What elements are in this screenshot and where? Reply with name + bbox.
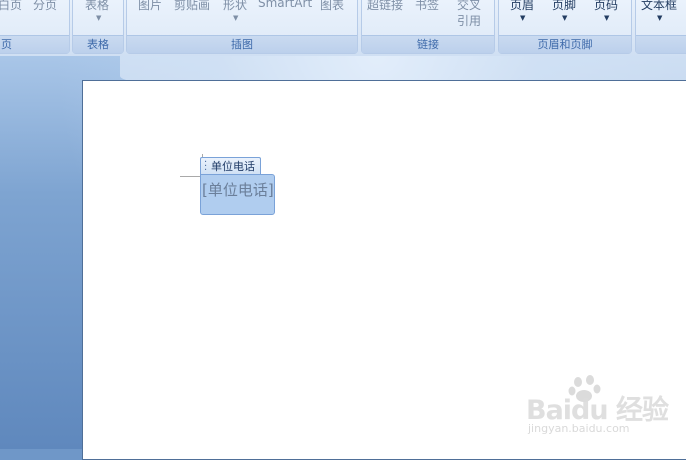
page-number-button[interactable]: 页码	[594, 0, 618, 13]
watermark-url: jingyan.baidu.com	[528, 422, 630, 435]
hyperlink-button[interactable]: 超链接	[367, 0, 403, 13]
drag-handle-icon[interactable]: · · ·	[204, 158, 207, 176]
page-break-button[interactable]: 分页	[33, 0, 57, 13]
group-illustrations: 图片 剪贴画 形状 ▼ SmartArt 图表 插图	[126, 0, 358, 54]
textbox-button[interactable]: 文本框	[641, 0, 677, 13]
clipart-button[interactable]: 剪贴画	[174, 0, 210, 13]
group-label-text	[636, 35, 686, 53]
header-button[interactable]: 页眉	[510, 0, 534, 13]
ribbon: 白页 分页 页 表格 ▼ 表格 图片 剪贴画 形状 ▼ SmartArt 图表 …	[0, 0, 686, 57]
baidu-watermark: Baidu 经验 jingyan.baidu.com	[524, 375, 684, 448]
table-button[interactable]: 表格	[85, 0, 109, 13]
shapes-button[interactable]: 形状	[223, 0, 247, 13]
chart-button[interactable]: 图表	[320, 0, 344, 13]
group-label-tables: 表格	[73, 35, 123, 53]
group-links: 超链接 书签 交叉 引用 链接	[361, 0, 495, 54]
chevron-down-icon[interactable]: ▼	[657, 14, 662, 22]
group-header-footer: 页眉 ▼ 页脚 ▼ 页码 ▼ 页眉和页脚	[498, 0, 632, 54]
chevron-down-icon[interactable]: ▼	[96, 14, 101, 22]
margin-crop-mark	[180, 176, 202, 177]
group-label-illustrations: 插图	[127, 35, 357, 53]
group-pages: 白页 分页 页	[0, 0, 70, 54]
cross-reference-button-line2[interactable]: 引用	[457, 12, 481, 29]
group-tables: 表格 ▼ 表格	[72, 0, 124, 54]
group-text: 文本框 ▼	[635, 0, 686, 54]
chevron-down-icon[interactable]: ▼	[233, 14, 238, 22]
group-label-links: 链接	[362, 35, 494, 53]
smartart-button[interactable]: SmartArt	[258, 0, 312, 10]
content-control-placeholder[interactable]: [单位电话]	[202, 179, 274, 200]
blank-page-button[interactable]: 白页	[0, 0, 22, 13]
bookmark-button[interactable]: 书签	[415, 0, 439, 13]
content-control-title: 单位电话	[211, 160, 255, 173]
content-control-title-tab[interactable]: · · · 单位电话	[200, 157, 261, 176]
chevron-down-icon[interactable]: ▼	[604, 14, 609, 22]
chevron-down-icon[interactable]: ▼	[520, 14, 525, 22]
group-label-pages: 页	[0, 35, 69, 53]
footer-button[interactable]: 页脚	[552, 0, 576, 13]
picture-button[interactable]: 图片	[138, 0, 162, 13]
chevron-down-icon[interactable]: ▼	[562, 14, 567, 22]
group-label-header-footer: 页眉和页脚	[499, 35, 631, 53]
